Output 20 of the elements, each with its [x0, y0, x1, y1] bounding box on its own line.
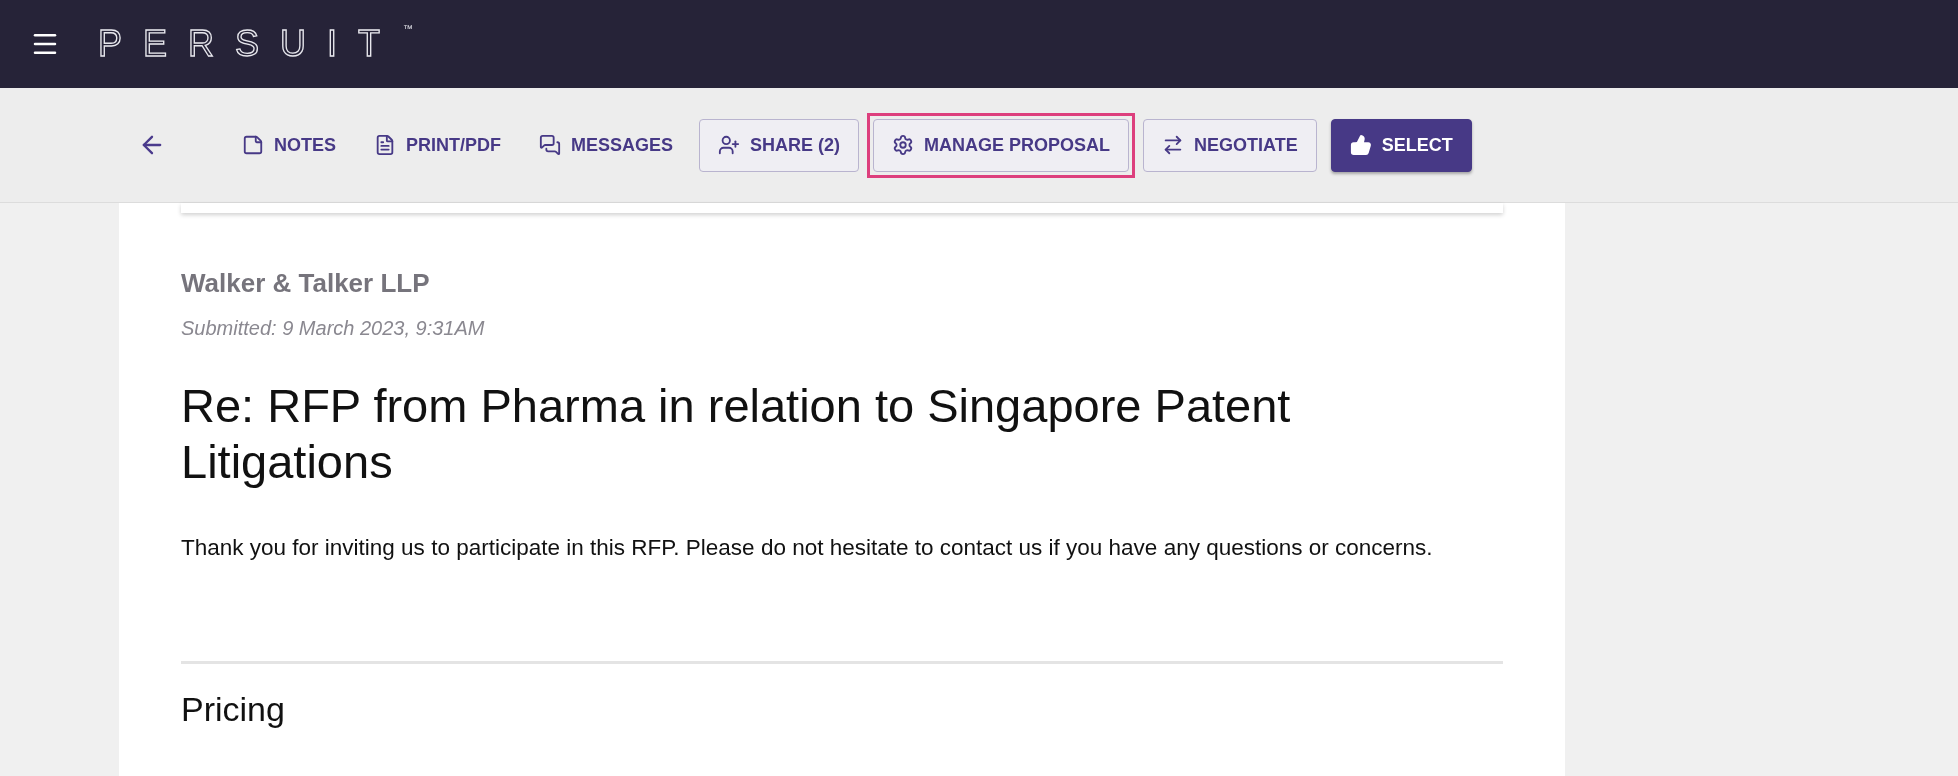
submitted-date: Submitted: 9 March 2023, 9:31AM	[181, 317, 486, 340]
logo: PERSUIT	[98, 23, 402, 65]
document-icon	[374, 134, 396, 156]
toolbar-button[interactable]: MANAGE PROPOSAL	[873, 118, 1130, 172]
section-heading: Pricing	[181, 689, 286, 729]
note-icon	[242, 134, 264, 156]
settings-icon	[892, 134, 915, 156]
message-text: Thank you for inviting us to participate in this RFP. Please do not hesitate to contact us if you have any questions or concerns.	[181, 534, 1434, 561]
proposal-title: Re: RFP from Pharma in relation to Singapore Patent Litigations	[181, 378, 1292, 491]
thumbs-up-icon	[1349, 134, 1372, 156]
toolbar-link[interactable]: NOTES	[230, 118, 348, 172]
toolbar-link[interactable]: MESSAGES	[527, 118, 686, 172]
add-person-icon	[718, 134, 741, 156]
trademark: ™	[403, 23, 414, 34]
toolbar-link[interactable]: PRINT/PDF	[362, 118, 514, 172]
toolbar-button[interactable]: SELECT	[1330, 118, 1472, 172]
toolbar-button[interactable]: NEGOTIATE	[1143, 118, 1317, 172]
toolbar-button[interactable]: SHARE (2)	[699, 118, 860, 172]
firm-name: Walker & Talker LLP	[181, 268, 431, 299]
chat-icon	[539, 134, 562, 156]
